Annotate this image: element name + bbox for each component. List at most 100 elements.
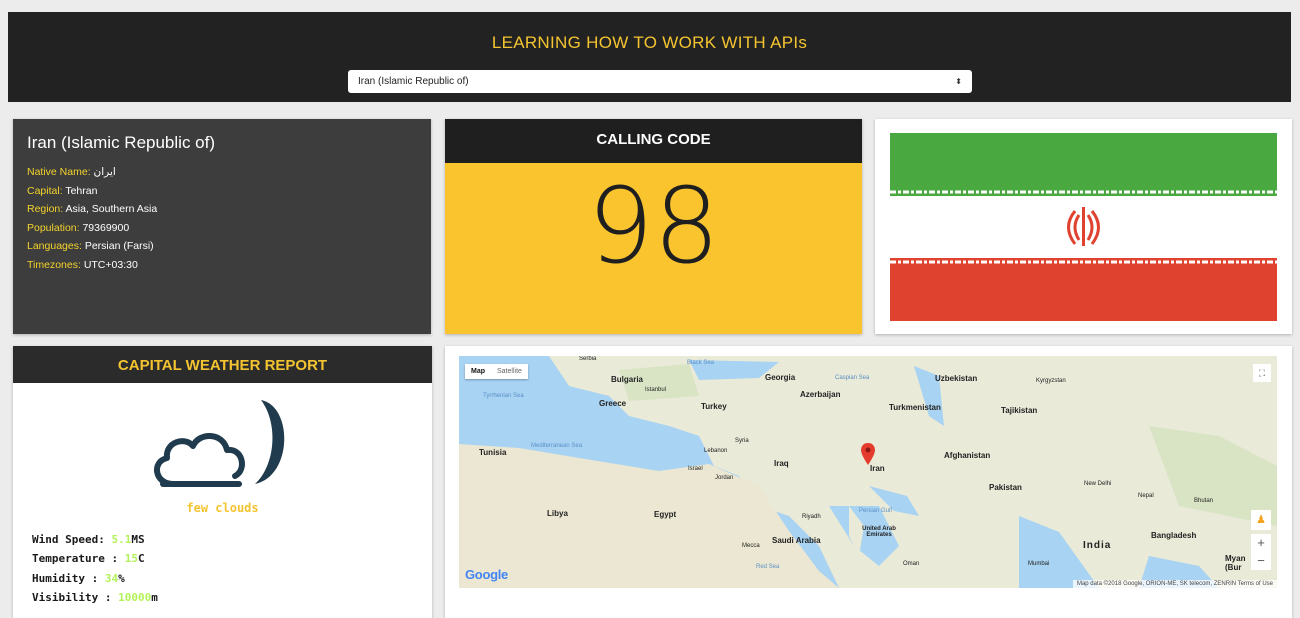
map-label-mediterranean-sea: Mediterranean Sea xyxy=(531,443,583,449)
map-marker-icon[interactable] xyxy=(861,443,875,465)
country-name: Iran (Islamic Republic of) xyxy=(27,133,216,152)
map-label-libya: Libya xyxy=(547,509,568,518)
map-label-uae: United Arab Emirates xyxy=(862,526,896,538)
app-header: LEARNING HOW TO WORK WITH APIs Iran (Isl… xyxy=(8,12,1291,102)
temperature-label: Temperature : xyxy=(32,552,125,566)
flag-green-stripe xyxy=(890,133,1277,196)
google-logo: Google xyxy=(465,567,508,582)
map-label-istanbul: Istanbul xyxy=(645,387,667,393)
map-type-map-button[interactable]: Map xyxy=(465,364,491,379)
region-row: Region: Asia, Southern Asia xyxy=(27,200,157,219)
page-title: LEARNING HOW TO WORK WITH APIs xyxy=(491,33,808,52)
humidity-label: Humidity : xyxy=(32,571,105,585)
visibility-unit: m xyxy=(151,590,158,604)
temperature-value: 15 xyxy=(124,552,138,566)
map-label-tunisia: Tunisia xyxy=(479,448,507,457)
fullscreen-icon[interactable]: ⛶ xyxy=(1253,364,1271,382)
map-card: Bulgaria Georgia Uzbekistan Kyrgyzstan G… xyxy=(445,346,1292,618)
map-label-turkey: Turkey xyxy=(701,402,727,411)
wind-speed-value: 5.1 xyxy=(111,533,132,546)
iran-flag xyxy=(890,133,1277,321)
map-label-persian-gulf: Persian Gulf xyxy=(859,508,893,514)
map-label-tajikistan: Tajikistan xyxy=(1001,406,1038,415)
map-label-india: India xyxy=(1083,540,1112,551)
map-label-bangladesh: Bangladesh xyxy=(1151,531,1197,540)
wind-speed-label: Wind Speed: xyxy=(32,533,112,546)
languages-row: Languages: Persian (Farsi) xyxy=(27,237,157,256)
calling-code-title: CALLING CODE xyxy=(596,131,711,148)
map-label-iraq: Iraq xyxy=(774,459,789,468)
languages-value: Persian (Farsi) xyxy=(84,240,154,253)
zoom-control: + − xyxy=(1251,534,1271,570)
zoom-out-button[interactable]: − xyxy=(1251,552,1271,570)
map-label-nepal: Nepal xyxy=(1138,493,1154,499)
population-label: Population: xyxy=(27,221,80,234)
country-info-card: Iran (Islamic Republic of) Native Name: … xyxy=(13,119,431,334)
calling-code-card: CALLING CODE 98 xyxy=(445,119,862,334)
flag-card xyxy=(875,119,1292,334)
calling-code-header: CALLING CODE xyxy=(445,119,862,163)
zoom-in-button[interactable]: + xyxy=(1251,534,1271,552)
wind-speed-unit: MS xyxy=(131,533,145,546)
weather-header: CAPITAL WEATHER REPORT xyxy=(13,346,432,383)
native-name-value: ایران xyxy=(93,166,116,178)
weather-title: CAPITAL WEATHER REPORT xyxy=(117,357,328,374)
map-label-syria: Syria xyxy=(735,438,749,444)
map-label-new-delhi: New Delhi xyxy=(1084,481,1112,487)
map-label-red-sea: Red Sea xyxy=(756,564,780,570)
region-label: Region: xyxy=(27,203,64,216)
map-label-turkmenistan: Turkmenistan xyxy=(889,403,941,412)
country-details: Native Name: ایران Capital: Tehran Regio… xyxy=(27,163,157,275)
map-label-georgia: Georgia xyxy=(765,373,796,382)
map-label-uzbekistan: Uzbekistan xyxy=(935,374,978,383)
map-label-serbia: Serbia xyxy=(579,356,597,362)
map-label-riyadh: Riyadh xyxy=(802,514,821,520)
native-name-row: Native Name: ایران xyxy=(27,163,157,182)
map-label-azerbaijan: Azerbaijan xyxy=(800,390,841,399)
map-label-lebanon: Lebanon xyxy=(704,448,728,454)
map-label-oman: Oman xyxy=(903,561,920,567)
visibility-value: 10000 xyxy=(118,590,152,604)
select-arrows-icon: ⬍ xyxy=(955,77,962,86)
flag-red-stripe xyxy=(890,258,1277,321)
map-label-afghanistan: Afghanistan xyxy=(944,451,991,460)
capital-value: Tehran xyxy=(65,184,98,197)
map-marker-label: Iran xyxy=(870,464,885,473)
map-label-mecca: Mecca xyxy=(742,543,760,549)
weather-stats: Wind Speed: 5.1MS Temperature : 15C Humi… xyxy=(32,530,158,607)
temperature-unit: C xyxy=(137,552,145,566)
weather-card: CAPITAL WEATHER REPORT few clouds Wind S… xyxy=(13,346,432,618)
languages-label: Languages: xyxy=(27,240,82,253)
map-label-israel: Israel xyxy=(688,466,703,472)
pegman-icon[interactable]: ♟ xyxy=(1251,510,1271,530)
country-select[interactable]: Iran (Islamic Republic of) ⬍ xyxy=(348,70,972,93)
capital-row: Capital: Tehran xyxy=(27,182,157,201)
map-type-satellite-button[interactable]: Satellite xyxy=(491,364,528,379)
region-value: Asia, Southern Asia xyxy=(65,203,158,216)
map-label-caspian-sea: Caspian Sea xyxy=(835,375,870,381)
map-land xyxy=(459,356,1277,588)
visibility-label: Visibility : xyxy=(32,590,119,604)
map-label-tyrrhenian-sea: Tyrrhenian Sea xyxy=(483,393,524,399)
map-label-kyrgyzstan: Kyrgyzstan xyxy=(1036,378,1066,384)
native-name-label: Native Name: xyxy=(27,166,91,178)
google-logo-text: Google xyxy=(465,567,508,582)
timezones-value: UTC+03:30 xyxy=(83,258,138,271)
humidity-unit: % xyxy=(118,571,125,585)
map-label-black-sea: Black Sea xyxy=(687,360,715,366)
map-view[interactable]: Bulgaria Georgia Uzbekistan Kyrgyzstan G… xyxy=(459,356,1277,588)
humidity-row: Humidity : 34% xyxy=(32,569,158,588)
map-label-saudi-arabia: Saudi Arabia xyxy=(772,536,821,545)
country-select-value: Iran (Islamic Republic of) xyxy=(358,76,469,87)
timezones-row: Timezones: UTC+03:30 xyxy=(27,256,157,275)
map-label-mumbai: Mumbai xyxy=(1028,561,1050,567)
map-label-pakistan: Pakistan xyxy=(989,483,1022,492)
temperature-row: Temperature : 15C xyxy=(32,549,158,568)
map-label-greece: Greece xyxy=(599,399,627,408)
map-label-bulgaria: Bulgaria xyxy=(611,375,644,384)
wind-speed-row: Wind Speed: 5.1MS xyxy=(32,530,158,549)
map-type-control: Map Satellite xyxy=(465,364,528,379)
map-label-egypt: Egypt xyxy=(654,510,677,519)
map-attribution[interactable]: Map data ©2018 Google, ORION-ME, SK tele… xyxy=(1072,580,1277,588)
capital-label: Capital: xyxy=(27,184,63,197)
